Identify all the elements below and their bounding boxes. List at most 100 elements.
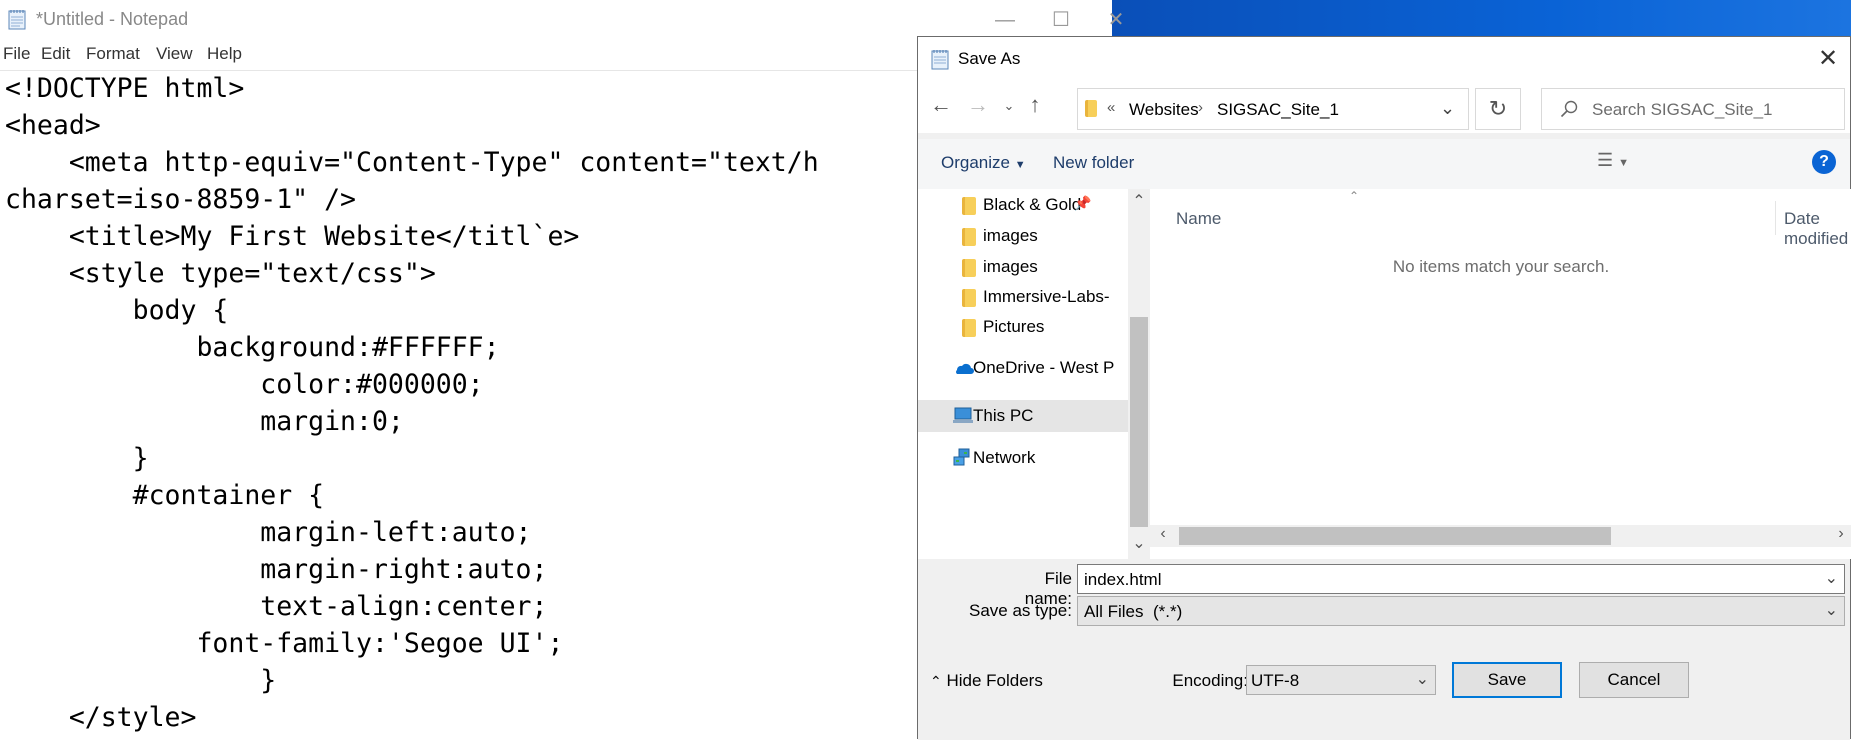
menu-file[interactable]: File — [3, 44, 30, 64]
file-name-field[interactable]: index.html ⌄ — [1077, 564, 1845, 594]
save-button[interactable]: Save — [1452, 662, 1562, 698]
save-as-type-value: All Files (*.*) — [1084, 602, 1183, 621]
breadcrumb-sigsac-site[interactable]: SIGSAC_Site_1 — [1217, 100, 1339, 120]
scroll-left-icon[interactable]: ‹ — [1152, 525, 1174, 543]
organize-button[interactable]: Organize ▼ — [941, 153, 1026, 173]
menu-edit[interactable]: Edit — [41, 44, 70, 64]
menu-format[interactable]: Format — [86, 44, 140, 64]
dialog-titlebar: Save As ✕ — [918, 37, 1850, 81]
notepad-icon — [931, 50, 949, 70]
code-line: <meta http-equiv="Content-Type" content=… — [5, 147, 819, 178]
breadcrumb-separator-icon: › — [1198, 99, 1203, 116]
breadcrumb-websites[interactable]: Websites — [1129, 100, 1199, 120]
address-bar[interactable]: « Websites › SIGSAC_Site_1 ⌄ — [1077, 88, 1469, 130]
code-line: } — [5, 665, 277, 696]
code-line: } — [5, 443, 149, 474]
code-line: color:#000000; — [5, 369, 484, 400]
navigation-scrollbar[interactable]: ⌃ ⌄ — [1128, 189, 1150, 559]
nav-item-images[interactable]: images — [918, 220, 1128, 252]
onedrive-icon — [956, 363, 974, 374]
nav-item-images[interactable]: images — [918, 251, 1128, 283]
search-icon — [1560, 100, 1578, 118]
column-header-date-modified[interactable]: Date modified — [1784, 209, 1851, 249]
code-line: background:#FFFFFF; — [5, 332, 500, 363]
close-button[interactable]: ✕ — [1098, 4, 1134, 36]
notepad-titlebar: *Untitled - Notepad — ☐ ✕ — [0, 0, 1124, 40]
code-line: #container { — [5, 480, 325, 511]
nav-item-this-pc[interactable]: This PC — [918, 400, 1128, 432]
forward-arrow-icon[interactable]: → — [964, 92, 992, 118]
menu-view[interactable]: View — [156, 44, 193, 64]
code-line: margin:0; — [5, 406, 404, 437]
hide-folders-button[interactable]: ⌃ Hide Folders — [930, 671, 1043, 691]
save-as-type-dropdown-icon[interactable]: ⌄ — [1825, 600, 1838, 620]
chevron-up-icon: ⌃ — [930, 673, 942, 689]
menu-help[interactable]: Help — [207, 44, 242, 64]
nav-item-onedrive[interactable]: OneDrive - West P — [918, 352, 1128, 384]
dialog-close-button[interactable]: ✕ — [1812, 43, 1844, 75]
notepad-text-area[interactable]: <!DOCTYPE html> <head> <meta http-equiv=… — [0, 70, 1000, 740]
code-line: text-align:center; — [5, 591, 548, 622]
code-line: <!DOCTYPE html> — [5, 73, 245, 104]
folder-icon — [962, 259, 976, 277]
search-placeholder: Search SIGSAC_Site_1 — [1592, 100, 1773, 119]
nav-item-immersive-labs[interactable]: Immersive-Labs- — [918, 281, 1128, 313]
nav-item-black-gold[interactable]: Black & Gold 📌 — [918, 189, 1128, 221]
back-arrow-icon[interactable]: ← — [927, 92, 955, 118]
help-icon[interactable]: ? — [1812, 150, 1836, 174]
sort-indicator-icon: ⌃ — [1349, 189, 1360, 203]
scrollbar-thumb[interactable] — [1130, 317, 1148, 527]
maximize-button[interactable]: ☐ — [1043, 4, 1079, 36]
minimize-button[interactable]: — — [987, 4, 1023, 36]
code-line: <title>My First Website</titl`e> — [5, 221, 580, 252]
code-line: charset=iso-8859-1" /> — [5, 184, 356, 215]
code-line: <style type="text/css"> — [5, 258, 436, 289]
network-icon — [953, 448, 970, 466]
file-list[interactable]: ⌃ Name Date modified No items match your… — [1150, 189, 1851, 559]
column-header-name[interactable]: Name — [1176, 209, 1221, 229]
folder-icon — [962, 289, 976, 307]
file-name-value: index.html — [1084, 570, 1162, 589]
file-name-dropdown-icon[interactable]: ⌄ — [1825, 568, 1838, 588]
recent-locations-chevron-icon[interactable]: ⌄ — [995, 98, 1023, 114]
nav-item-pictures[interactable]: Pictures — [918, 311, 1128, 343]
address-dropdown-chevron-icon[interactable]: ⌄ — [1440, 98, 1455, 119]
dialog-footer: File name: index.html ⌄ Save as type: Al… — [918, 559, 1850, 740]
folder-icon — [962, 197, 976, 215]
save-as-dialog: Save As ✕ ← → ⌄ ↑ « Websites › SIGSAC_Si… — [917, 36, 1851, 740]
save-as-type-select[interactable]: All Files (*.*) ⌄ — [1077, 596, 1845, 626]
file-list-scrollbar[interactable]: ‹ › — [1150, 525, 1851, 547]
scroll-down-icon[interactable]: ⌄ — [1128, 533, 1150, 553]
encoding-select[interactable]: UTF-8 ⌄ — [1246, 665, 1436, 695]
nav-item-network[interactable]: Network — [918, 442, 1128, 474]
folder-icon — [1085, 100, 1097, 117]
scrollbar-thumb[interactable] — [1179, 527, 1611, 545]
code-line: <head> — [5, 110, 101, 141]
cancel-button[interactable]: Cancel — [1579, 662, 1689, 698]
notepad-title: *Untitled - Notepad — [36, 9, 189, 29]
code-line: body { — [5, 295, 229, 326]
up-arrow-icon[interactable]: ↑ — [1021, 92, 1049, 118]
search-box[interactable]: Search SIGSAC_Site_1 — [1541, 88, 1845, 130]
folder-icon — [962, 228, 976, 246]
breadcrumb-overflow[interactable]: « — [1107, 99, 1115, 116]
computer-icon — [953, 407, 973, 423]
code-line: margin-left:auto; — [5, 517, 532, 548]
code-line: </style> — [5, 702, 197, 733]
scroll-right-icon[interactable]: › — [1830, 525, 1851, 543]
folder-icon — [962, 319, 976, 337]
refresh-button[interactable]: ↻ — [1475, 88, 1521, 130]
code-line: margin-right:auto; — [5, 554, 548, 585]
dialog-title: Save As — [958, 49, 1021, 68]
scroll-up-icon[interactable]: ⌃ — [1128, 191, 1150, 211]
notepad-icon — [8, 10, 26, 30]
encoding-label: Encoding: — [1172, 671, 1248, 690]
navigation-pane: Black & Gold 📌 images images Immersive-L… — [918, 189, 1128, 559]
new-folder-button[interactable]: New folder — [1053, 153, 1134, 173]
encoding-dropdown-icon[interactable]: ⌄ — [1416, 669, 1429, 689]
dialog-toolbar: Organize ▼ New folder ☰ ▼ ? — [918, 139, 1850, 189]
encoding-value: UTF-8 — [1251, 671, 1300, 690]
view-options-icon[interactable]: ☰ ▼ — [1597, 150, 1629, 171]
save-as-type-label: Save as type: — [968, 601, 1072, 620]
column-divider[interactable] — [1775, 201, 1776, 235]
